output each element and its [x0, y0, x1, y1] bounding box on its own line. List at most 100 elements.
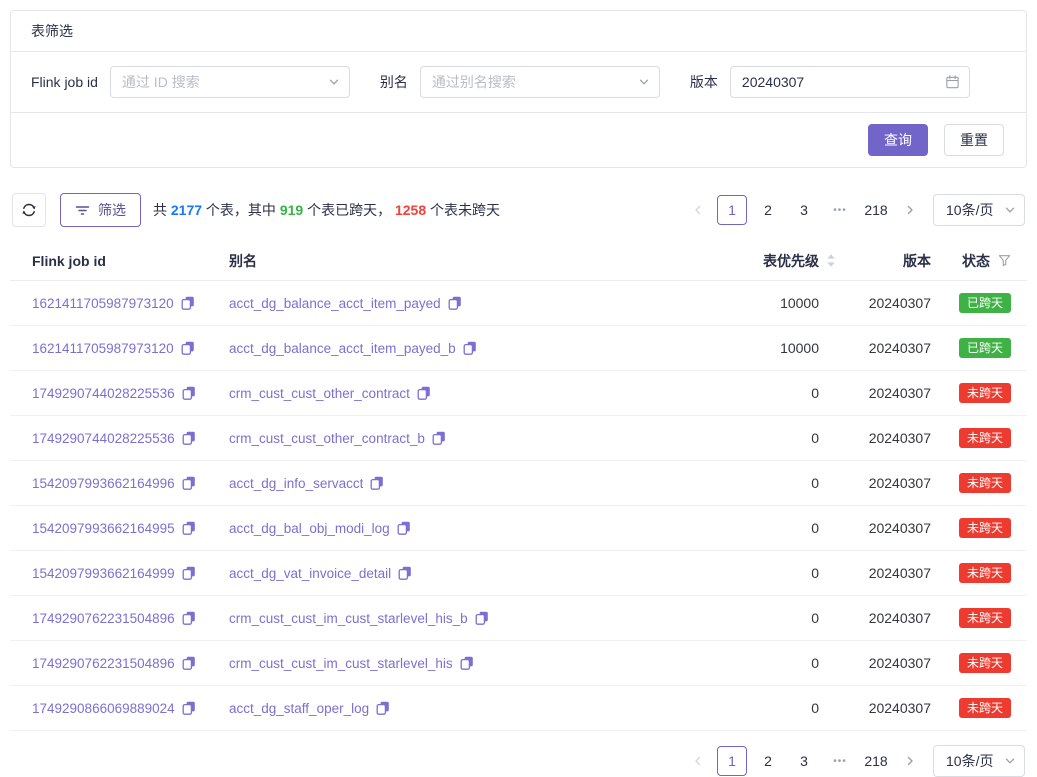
pagination-page-3[interactable]: 3 — [789, 746, 819, 776]
flink-job-id-link[interactable]: 1749290762231504896 — [32, 611, 175, 626]
status-cell: 未跨天 — [931, 383, 1011, 403]
sort-icon[interactable] — [826, 253, 836, 268]
alias-link[interactable]: crm_cust_cust_other_contract — [229, 386, 410, 401]
table-row: 1749290762231504896 crm_cust_cust_im_cus… — [10, 641, 1027, 686]
copy-icon[interactable] — [182, 566, 196, 580]
copy-icon[interactable] — [460, 656, 474, 670]
flink-job-id-cell: 1749290762231504896 — [32, 611, 229, 626]
summary-text: 个表未跨天 — [426, 202, 500, 218]
version-value: 20240307 — [836, 700, 931, 716]
flink-job-id-link[interactable]: 1749290744028225536 — [32, 431, 175, 446]
summary-text: 共 — [153, 202, 171, 218]
status-badge: 未跨天 — [959, 653, 1011, 673]
refresh-button[interactable] — [12, 193, 46, 227]
copy-icon[interactable] — [397, 521, 411, 535]
page-size-value: 10条/页 — [946, 200, 993, 220]
alias-link[interactable]: acct_dg_balance_acct_item_payed — [229, 296, 441, 311]
pagination-page-3[interactable]: 3 — [789, 195, 819, 225]
status-badge: 未跨天 — [959, 473, 1011, 493]
alias-cell: crm_cust_cust_im_cust_starlevel_his — [229, 656, 686, 671]
toolbar-pagination-area: 123•••218 10条/页 — [685, 194, 1025, 226]
alias-link[interactable]: crm_cust_cust_im_cust_starlevel_his — [229, 656, 453, 671]
version-value: 20240307 — [836, 655, 931, 671]
toolbar: 筛选 共 2177 个表，其中 919 个表已跨天， 1258 个表未跨天 12… — [12, 193, 1025, 227]
copy-icon[interactable] — [181, 296, 195, 310]
copy-icon[interactable] — [182, 431, 196, 445]
copy-icon[interactable] — [463, 341, 477, 355]
copy-icon[interactable] — [182, 701, 196, 715]
header-priority: 表优先级 — [686, 251, 836, 271]
copy-icon[interactable] — [182, 386, 196, 400]
alias-cell: acct_dg_bal_obj_modi_log — [229, 521, 686, 536]
status-cell: 已跨天 — [931, 293, 1011, 313]
alias-placeholder: 通过别名搜索 — [432, 72, 516, 92]
header-version: 版本 — [836, 251, 931, 271]
pagination-page-2[interactable]: 2 — [753, 746, 783, 776]
pagination-page-2[interactable]: 2 — [753, 195, 783, 225]
alias-label: 别名 — [380, 72, 408, 92]
reset-button[interactable]: 重置 — [944, 124, 1004, 156]
flink-job-id-link[interactable]: 1749290866069889024 — [32, 701, 175, 716]
alias-select[interactable]: 通过别名搜索 — [420, 66, 660, 98]
priority-value: 0 — [686, 385, 836, 401]
copy-icon[interactable] — [182, 476, 196, 490]
version-date-input[interactable]: 20240307 — [730, 66, 970, 98]
version-value: 20240307 — [836, 520, 931, 536]
alias-cell: acct_dg_balance_acct_item_payed — [229, 296, 686, 311]
priority-value: 0 — [686, 430, 836, 446]
alias-link[interactable]: acct_dg_balance_acct_item_payed_b — [229, 341, 456, 356]
alias-link[interactable]: crm_cust_cust_other_contract_b — [229, 431, 425, 446]
pagination-next-button[interactable] — [897, 195, 923, 225]
version-value: 20240307 — [836, 295, 931, 311]
table-row: 1749290866069889024 acct_dg_staff_oper_l… — [10, 686, 1027, 731]
pagination-page-218[interactable]: 218 — [861, 195, 891, 225]
flink-job-id-link[interactable]: 1542097993662164995 — [32, 521, 175, 536]
copy-icon[interactable] — [370, 476, 384, 490]
alias-link[interactable]: acct_dg_info_servacct — [229, 476, 363, 491]
flink-job-id-link[interactable]: 1749290744028225536 — [32, 386, 175, 401]
copy-icon[interactable] — [182, 656, 196, 670]
filter-toggle-button[interactable]: 筛选 — [60, 193, 141, 227]
flink-job-id-link[interactable]: 1621411705987973120 — [32, 341, 174, 356]
version-label: 版本 — [690, 72, 718, 92]
table-row: 1542097993662164999 acct_dg_vat_invoice_… — [10, 551, 1027, 596]
alias-cell: crm_cust_cust_other_contract_b — [229, 431, 686, 446]
pagination-prev-button[interactable] — [685, 195, 711, 225]
summary-text: 个表，其中 — [202, 202, 280, 218]
alias-link[interactable]: acct_dg_bal_obj_modi_log — [229, 521, 390, 536]
alias-link[interactable]: crm_cust_cust_im_cust_starlevel_his_b — [229, 611, 468, 626]
flink-job-id-select[interactable]: 通过 ID 搜索 — [110, 66, 350, 98]
chevron-down-icon — [328, 76, 340, 88]
status-cell: 未跨天 — [931, 698, 1011, 718]
alias-link[interactable]: acct_dg_staff_oper_log — [229, 701, 369, 716]
search-button[interactable]: 查询 — [868, 124, 928, 156]
status-badge: 已跨天 — [959, 293, 1011, 313]
version-value: 20240307 — [836, 475, 931, 491]
funnel-filter-icon[interactable] — [998, 254, 1011, 267]
copy-icon[interactable] — [182, 611, 196, 625]
status-cell: 已跨天 — [931, 338, 1011, 358]
flink-job-id-link[interactable]: 1621411705987973120 — [32, 296, 174, 311]
flink-job-id-link[interactable]: 1749290762231504896 — [32, 656, 175, 671]
pagination-page-1[interactable]: 1 — [717, 746, 747, 776]
flink-job-id-link[interactable]: 1542097993662164996 — [32, 476, 175, 491]
copy-icon[interactable] — [475, 611, 489, 625]
copy-icon[interactable] — [398, 566, 412, 580]
copy-icon[interactable] — [181, 341, 195, 355]
pagination-next-button[interactable] — [897, 746, 923, 776]
copy-icon[interactable] — [432, 431, 446, 445]
alias-link[interactable]: acct_dg_vat_invoice_detail — [229, 566, 391, 581]
pagination-page-218[interactable]: 218 — [861, 746, 891, 776]
copy-icon[interactable] — [448, 296, 462, 310]
page-size-select[interactable]: 10条/页 — [933, 745, 1025, 777]
page-size-select[interactable]: 10条/页 — [933, 194, 1025, 226]
flink-job-id-link[interactable]: 1542097993662164999 — [32, 566, 175, 581]
filter-actions-row: 查询 重置 — [11, 113, 1026, 167]
copy-icon[interactable] — [417, 386, 431, 400]
pagination-page-1[interactable]: 1 — [717, 195, 747, 225]
copy-icon[interactable] — [182, 521, 196, 535]
copy-icon[interactable] — [376, 701, 390, 715]
pagination-prev-button[interactable] — [685, 746, 711, 776]
table-body: 1621411705987973120 acct_dg_balance_acct… — [10, 281, 1027, 731]
version-value: 20240307 — [836, 430, 931, 446]
